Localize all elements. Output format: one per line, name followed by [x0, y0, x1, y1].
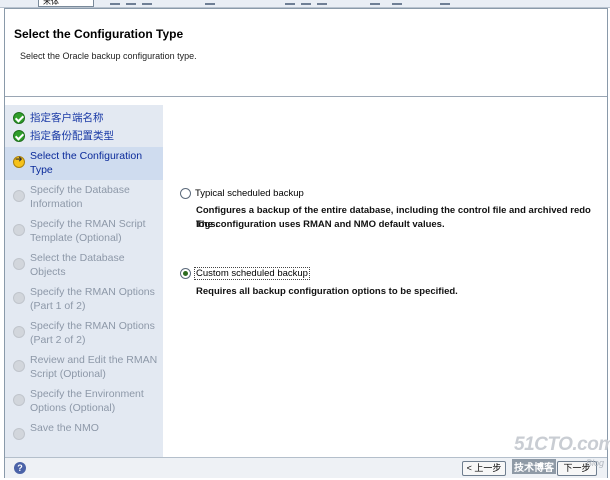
wizard-steps-panel: 指定客户端名称 指定备份配置类型 Select the Configuratio… — [5, 105, 163, 457]
page-title: Select the Configuration Type — [14, 27, 184, 41]
wizard-header: Select the Configuration Type Select the… — [5, 9, 607, 97]
step-save-nmo: Save the NMO — [5, 419, 163, 452]
step-label: Specify the Environment Options (Optiona… — [30, 388, 144, 414]
font-combo[interactable]: 宋体 — [38, 0, 94, 7]
custom-backup-radio[interactable] — [180, 268, 191, 279]
step-label: Specify the Database Information — [30, 184, 130, 210]
underline-icon[interactable] — [142, 0, 152, 5]
step-backup-config-type[interactable]: 指定备份配置类型 — [5, 127, 163, 145]
align-right-icon[interactable] — [317, 0, 327, 5]
editor-toolbar: 宋体 — [0, 0, 610, 8]
pending-step-icon — [13, 224, 25, 236]
configuration-type-panel: Typical scheduled backup Configures a ba… — [163, 105, 607, 457]
step-label: Specify the RMAN Options (Part 2 of 2) — [30, 320, 155, 346]
pending-step-icon — [13, 428, 25, 440]
step-rman-options-part1: Specify the RMAN Options (Part 1 of 2) — [5, 283, 163, 316]
step-label: Specify the RMAN Script Template (Option… — [30, 218, 146, 244]
step-rman-options-part2: Specify the RMAN Options (Part 2 of 2) — [5, 317, 163, 350]
align-center-icon[interactable] — [301, 0, 311, 5]
step-review-rman-script: Review and Edit the RMAN Script (Optiona… — [5, 351, 163, 384]
step-label: 指定客户端名称 — [30, 112, 104, 124]
step-rman-script-template: Specify the RMAN Script Template (Option… — [5, 215, 163, 248]
step-environment-options: Specify the Environment Options (Optiona… — [5, 385, 163, 418]
pending-step-icon — [13, 394, 25, 406]
back-button[interactable]: < 上一步 — [462, 461, 506, 476]
list-icon[interactable] — [205, 0, 215, 5]
typical-backup-radio[interactable] — [180, 188, 191, 199]
next-button[interactable]: 下一步 — [557, 461, 597, 476]
custom-backup-label[interactable]: Custom scheduled backup — [194, 267, 310, 280]
pending-step-icon — [13, 326, 25, 338]
current-step-arrow-icon — [13, 155, 25, 168]
pending-step-icon — [13, 190, 25, 202]
typical-backup-label[interactable]: Typical scheduled backup — [195, 188, 304, 199]
check-icon — [13, 112, 25, 124]
wizard-window: Select the Configuration Type Select the… — [4, 8, 608, 478]
step-label: Review and Edit the RMAN Script (Optiona… — [30, 354, 158, 380]
step-database-information: Specify the Database Information — [5, 181, 163, 214]
check-icon — [13, 130, 25, 142]
step-label: Select the Database Objects — [30, 252, 125, 278]
step-select-configuration-type[interactable]: Select the Configuration Type — [5, 147, 163, 180]
image-icon[interactable] — [370, 0, 380, 5]
align-left-icon[interactable] — [285, 0, 295, 5]
pending-step-icon — [13, 360, 25, 372]
help-icon[interactable]: ? — [14, 462, 26, 474]
step-database-objects: Select the Database Objects — [5, 249, 163, 282]
bold-icon[interactable] — [110, 0, 120, 5]
italic-icon[interactable] — [126, 0, 136, 5]
table-icon[interactable] — [392, 0, 402, 5]
page-subtitle: Select the Oracle backup configuration t… — [20, 51, 197, 61]
step-label: 指定备份配置类型 — [30, 130, 114, 142]
custom-backup-description: Requires all backup configuration option… — [196, 286, 458, 297]
wizard-footer: ? < 上一步 下一步 — [5, 457, 607, 478]
step-label: Select the Configuration Type — [30, 150, 143, 176]
pending-step-icon — [13, 292, 25, 304]
pending-step-icon — [13, 258, 25, 270]
insert-icon[interactable] — [440, 0, 450, 5]
step-label: Specify the RMAN Options (Part 1 of 2) — [30, 286, 155, 312]
typical-backup-description-line2: The configuration uses RMAN and NMO defa… — [196, 219, 445, 230]
step-label: Save the NMO — [30, 422, 99, 434]
step-client-name[interactable]: 指定客户端名称 — [5, 109, 163, 127]
